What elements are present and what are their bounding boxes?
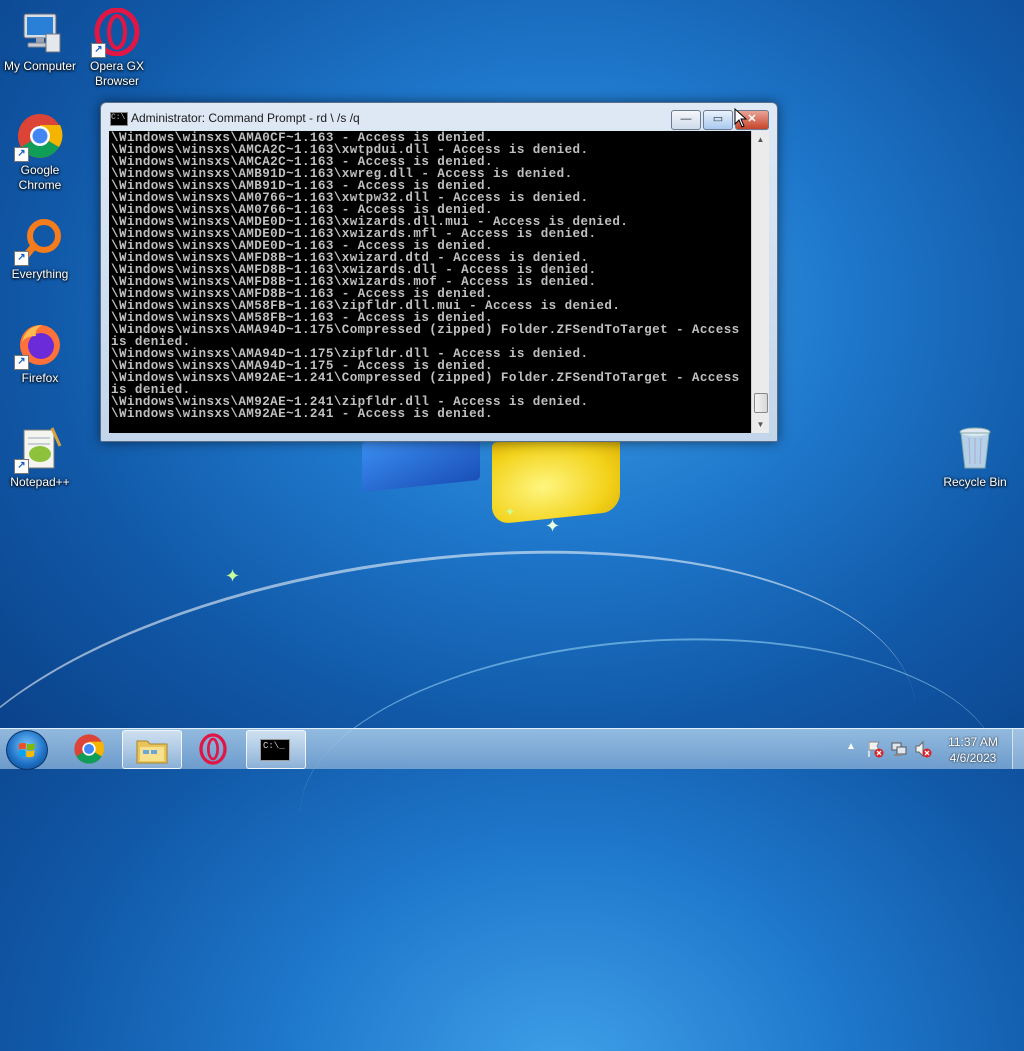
- desktop-icon-label: Recycle Bin: [943, 475, 1007, 489]
- opera-taskbar-button[interactable]: [184, 730, 242, 767]
- cmd-taskbar-button[interactable]: C:\_: [246, 730, 306, 769]
- shortcut-arrow-icon: ↗: [14, 147, 29, 162]
- clock-time: 11:37 AM: [948, 735, 998, 749]
- computer-icon: [16, 8, 64, 56]
- wallpaper-sparkle: ✦: [225, 566, 241, 586]
- maximize-button[interactable]: ▭: [703, 110, 733, 130]
- desktop-icon-label: Everything: [11, 267, 69, 281]
- notepadpp-icon: ↗: [14, 424, 64, 474]
- chrome-icon: [74, 734, 104, 764]
- network-icon[interactable]: [890, 740, 908, 758]
- desktop-icon-label: My Computer: [3, 59, 77, 73]
- desktop-icon-my-computer[interactable]: My Computer: [0, 8, 80, 74]
- chrome-icon: ↗: [14, 112, 64, 162]
- window-title: Administrator: Command Prompt - rd \ /s …: [131, 111, 360, 125]
- start-button[interactable]: [6, 730, 48, 770]
- scroll-up-arrow-icon[interactable]: ▲: [752, 131, 769, 148]
- cmd-icon: C:\: [110, 112, 128, 126]
- folder-icon: [136, 740, 168, 764]
- shortcut-arrow-icon: ↗: [14, 459, 29, 474]
- shortcut-arrow-icon: ↗: [91, 43, 106, 58]
- desktop-icon-recycle-bin[interactable]: Recycle Bin: [935, 424, 1015, 490]
- explorer-taskbar-button[interactable]: [122, 730, 182, 769]
- shortcut-arrow-icon: ↗: [14, 251, 29, 266]
- wallpaper-sparkle: ✦: [505, 505, 516, 519]
- windows-logo-icon: [19, 742, 35, 758]
- taskbar: C:\_ ▲ 11:37 AM 4/6/2023: [0, 728, 1024, 770]
- desktop-icon-label: Firefox: [21, 371, 59, 385]
- desktop-icon-label: Opera GX Browser: [89, 59, 145, 88]
- desktop-icon-chrome[interactable]: ↗ Google Chrome: [0, 112, 80, 193]
- opera-gx-icon: ↗: [91, 7, 141, 58]
- clock-date: 4/6/2023: [949, 751, 997, 765]
- console-output[interactable]: \Windows\winsxs\AMA0CF~1.163 - Access is…: [109, 131, 751, 433]
- recycle-bin-icon: [951, 424, 999, 472]
- desktop-icon-opera-gx[interactable]: ↗ Opera GX Browser: [77, 7, 157, 89]
- show-hidden-icons-button[interactable]: ▲: [846, 741, 856, 752]
- shortcut-arrow-icon: ↗: [14, 355, 29, 370]
- desktop-icon-notepadpp[interactable]: ↗ Notepad++: [0, 424, 80, 490]
- chrome-taskbar-button[interactable]: [60, 730, 118, 767]
- minimize-button[interactable]: —: [671, 110, 701, 130]
- wallpaper-sparkle: ✦: [545, 516, 561, 536]
- cmd-icon: C:\_: [260, 739, 290, 761]
- everything-icon: ↗: [14, 216, 64, 266]
- taskbar-clock[interactable]: 11:37 AM 4/6/2023: [930, 734, 1016, 766]
- desktop-icon-label: Google Chrome: [18, 163, 62, 192]
- vertical-scrollbar[interactable]: ▲ ▼: [751, 131, 769, 433]
- opera-icon: [199, 733, 227, 765]
- firefox-icon: ↗: [14, 320, 64, 370]
- window-titlebar[interactable]: C:\ Administrator: Command Prompt - rd \…: [101, 103, 777, 131]
- action-center-flag-icon[interactable]: [866, 740, 884, 758]
- desktop-icon-everything[interactable]: ↗ Everything: [0, 216, 80, 282]
- command-prompt-window[interactable]: C:\ Administrator: Command Prompt - rd \…: [100, 102, 778, 442]
- show-desktop-button[interactable]: [1012, 729, 1024, 769]
- scroll-down-arrow-icon[interactable]: ▼: [752, 416, 769, 433]
- scrollbar-thumb[interactable]: [754, 393, 768, 413]
- desktop-icon-firefox[interactable]: ↗ Firefox: [0, 320, 80, 386]
- desktop-icon-label: Notepad++: [10, 475, 70, 489]
- mouse-cursor-icon: [734, 108, 748, 128]
- console-text: \Windows\winsxs\AMA0CF~1.163 - Access is…: [111, 131, 740, 421]
